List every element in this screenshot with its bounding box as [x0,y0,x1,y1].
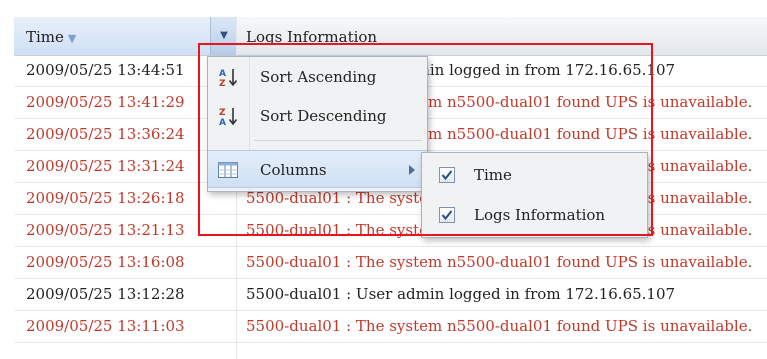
menu-item-sort-ascending[interactable]: A Z Sort Ascending [208,58,427,96]
column-menu-trigger[interactable]: ▼ [210,17,237,55]
column-header-time-label: Time [26,28,64,46]
cell-time: 2009/05/25 13:16:08 [26,253,185,271]
checkmark-icon [441,170,453,181]
sort-ascending-icon: A Z [219,69,238,88]
menu-item-sort-descending[interactable]: Z A Sort Descending [208,97,427,135]
cell-time: 2009/05/25 13:26:18 [26,189,185,207]
submenu-item-time-label: Time [474,166,512,184]
svg-text:A: A [219,69,226,79]
menu-item-sort-ascending-label: Sort Ascending [260,68,377,86]
submenu-item-time[interactable]: Time [422,155,647,195]
columns-icon [218,162,238,178]
svg-text:Z: Z [219,79,226,88]
submenu-item-logs-information-label: Logs Information [474,206,606,224]
cell-info: 5500-dual01 : The system n5500-dual01 fo… [246,317,753,335]
svg-text:A: A [219,118,226,127]
cell-info: 5500-dual01 : User admin logged in from … [246,285,676,303]
checkmark-icon [441,210,453,221]
columns-submenu: Time Logs Information [421,152,648,238]
menu-item-sort-descending-label: Sort Descending [260,107,387,125]
cell-time: 2009/05/25 13:44:51 [26,61,185,79]
cell-time: 2009/05/25 13:21:13 [26,221,185,239]
cell-time: 2009/05/25 13:36:24 [26,125,185,143]
column-context-menu: A Z Sort Ascending Z A Sort Descending C… [207,56,428,192]
cell-info: 5500-dual01 : The system n5500-dual01 fo… [246,253,753,271]
grid-header: Time ▼ ▼ Logs Information [14,17,767,56]
menu-item-columns-label: Columns [260,161,327,179]
svg-text:Z: Z [219,108,226,118]
column-header-logs-label: Logs Information [246,28,378,46]
chevron-right-icon [409,165,415,175]
table-row[interactable]: 2009/05/25 13:12:28 5500-dual01 : User a… [14,279,767,311]
checkbox-time[interactable] [439,167,455,183]
submenu-item-logs-information[interactable]: Logs Information [422,195,647,235]
column-header-logs[interactable]: Logs Information [236,17,767,55]
cell-time: 2009/05/25 13:11:03 [26,317,185,335]
cell-time: 2009/05/25 13:31:24 [26,157,185,175]
table-row[interactable]: 2009/05/25 13:11:03 5500-dual01 : The sy… [14,311,767,343]
menu-separator [254,140,422,141]
checkbox-logs-information[interactable] [439,207,455,223]
cell-time: 2009/05/25 13:12:28 [26,285,185,303]
sort-descending-icon: Z A [219,108,238,127]
cell-time: 2009/05/25 13:41:29 [26,93,185,111]
menu-item-columns[interactable]: Columns [208,150,427,188]
column-header-time[interactable]: Time ▼ [14,17,236,55]
table-row[interactable]: 2009/05/25 13:16:08 5500-dual01 : The sy… [14,247,767,279]
sort-ascending-indicator-icon: ▼ [67,32,77,45]
table-row[interactable]: 2009/05/25 13:21:13 5500-dual01 : The sy… [14,215,767,247]
